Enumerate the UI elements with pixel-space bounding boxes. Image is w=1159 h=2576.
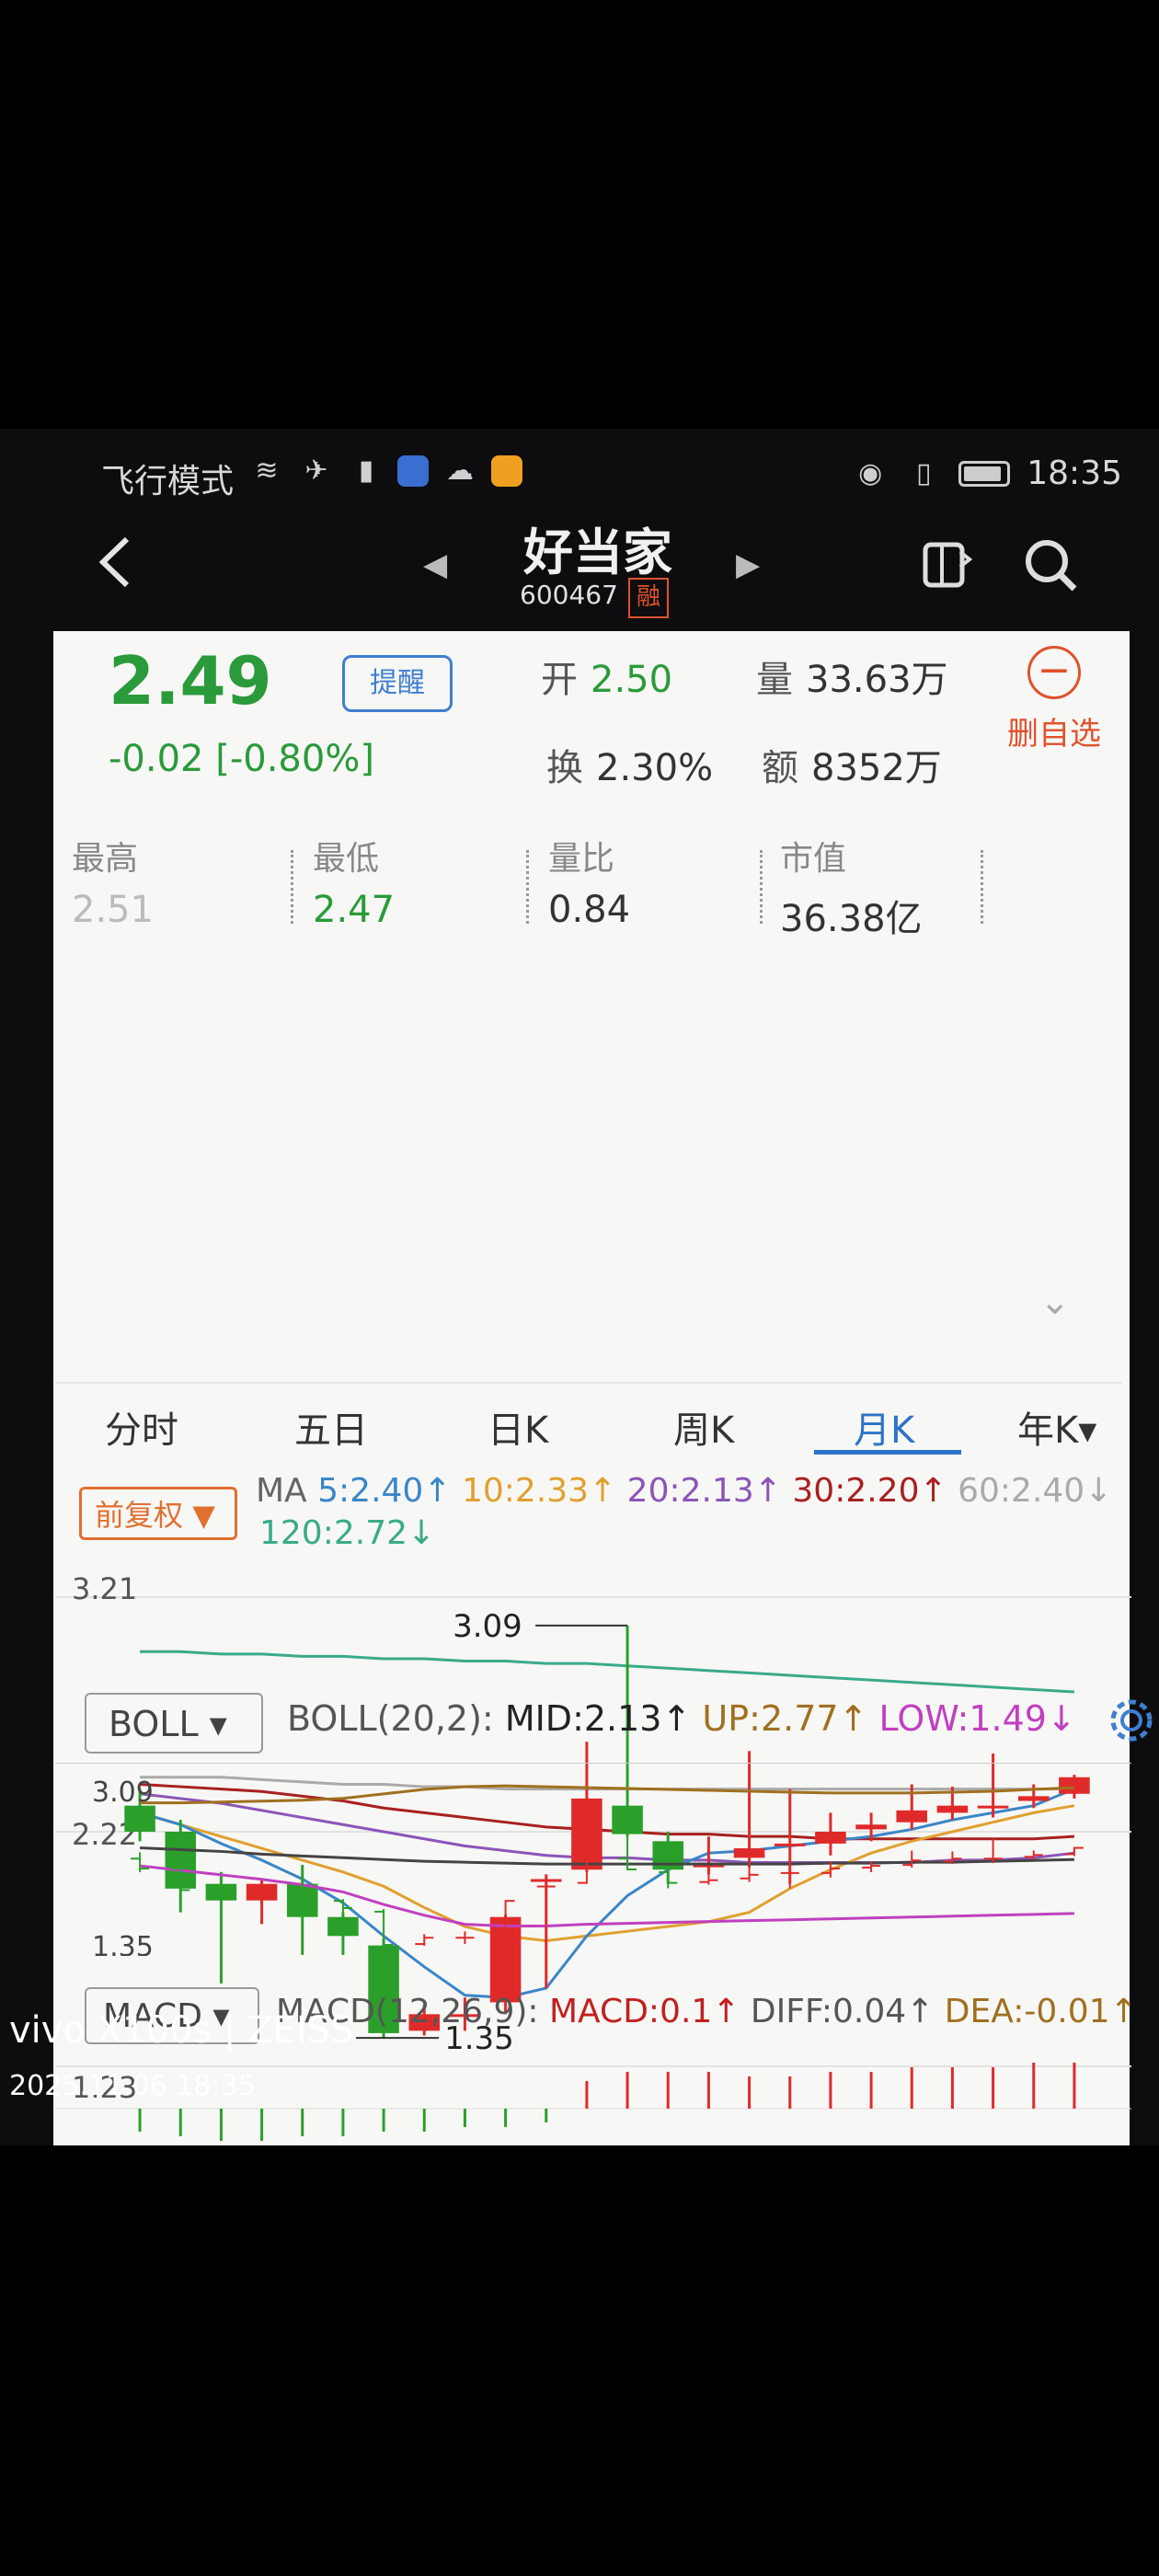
ma-legend: MA 5:2.40↑ 10:2.33↑ 20:2.13↑ 30:2.20↑ 60… bbox=[256, 1472, 1113, 1510]
boll-lower-line bbox=[139, 1864, 1074, 1928]
boll-y-bottom-label: 1.35 bbox=[92, 1931, 154, 1956]
next-stock-button[interactable]: ▶ bbox=[736, 546, 760, 583]
chevron-left-icon bbox=[98, 536, 130, 588]
compare-icon bbox=[923, 542, 973, 588]
status-bar: 飞行模式 ≋ ✈ ▮ ☁ ◉ ▯ 18:35 bbox=[101, 447, 1122, 502]
status-time: 18:35 bbox=[1027, 454, 1122, 492]
back-button[interactable] bbox=[92, 530, 147, 594]
tab-monthly-k[interactable]: 月K bbox=[854, 1400, 914, 1454]
caret-down-icon: ▼ bbox=[192, 1498, 215, 1533]
stats-row: 最高 2.51 最低 2.47 量比 0.84 市值 36.38亿 bbox=[64, 832, 1113, 942]
cloud-icon: ☁ bbox=[446, 454, 474, 487]
period-tabs: 分时 五日 日K 周K 月K 年K▾ bbox=[55, 1382, 1122, 1457]
camera-watermark-brand: vivo X100s | ZEISS bbox=[9, 2009, 354, 2052]
search-button[interactable] bbox=[1021, 535, 1080, 594]
divider bbox=[760, 850, 763, 924]
stat-market-cap: 市值 36.38亿 bbox=[780, 840, 923, 940]
active-tab-indicator bbox=[814, 1450, 961, 1455]
price-change: -0.02 [-0.80%] bbox=[109, 738, 374, 780]
divider bbox=[291, 850, 293, 924]
boll-mid-line bbox=[140, 1846, 1074, 1866]
adjust-mode-dropdown[interactable]: 前复权 ▼ bbox=[79, 1487, 237, 1540]
camera-watermark-datetime: 2025.11.06 18:35 bbox=[9, 2070, 256, 2102]
gear-icon bbox=[1110, 1699, 1153, 1742]
turnover-amount: 额 8352万 bbox=[762, 747, 942, 789]
prev-stock-button[interactable]: ◀ bbox=[423, 546, 447, 583]
ma120-line bbox=[140, 1650, 1075, 1694]
tab-daily-k[interactable]: 日K bbox=[488, 1400, 548, 1454]
airplane-icon: ✈ bbox=[304, 454, 328, 487]
boll-legend: BOLL(20,2): MID:2.13↑ UP:2.77↑ LOW:1.49↓ bbox=[287, 1698, 1076, 1739]
tab-intraday[interactable]: 分时 bbox=[105, 1400, 178, 1454]
airplane-mode-label: 飞行模式 bbox=[101, 463, 235, 500]
nav-bar: ◀ 好当家 600467 融 ▶ bbox=[0, 512, 1159, 631]
expand-stats-button[interactable]: ⌄ bbox=[1039, 1281, 1071, 1323]
divider bbox=[981, 850, 983, 924]
indicator-settings-button[interactable] bbox=[1106, 1695, 1157, 1746]
divider bbox=[526, 850, 529, 924]
tab-weekly-k[interactable]: 周K bbox=[673, 1400, 734, 1454]
macd-legend: MACD(12,26,9): MACD:0.1↑ DIFF:0.04↑ DEA:… bbox=[276, 1993, 1138, 2030]
high-price-label: 3.09 bbox=[453, 1608, 522, 1645]
minus-circle-icon: − bbox=[1027, 646, 1081, 699]
game-app-icon bbox=[397, 455, 429, 487]
vibrate-icon: ▯ bbox=[915, 456, 932, 489]
stock-code: 600467 bbox=[520, 580, 618, 610]
stock-name: 好当家 bbox=[523, 523, 672, 581]
open-price: 开 2.50 bbox=[541, 659, 673, 701]
stat-high: 最高 2.51 bbox=[72, 840, 155, 931]
phone-screen: 飞行模式 ≋ ✈ ▮ ☁ ◉ ▯ 18:35 ◀ 好当家 600467 融 ▶ bbox=[0, 429, 1159, 2145]
app-notification-icon bbox=[491, 455, 522, 487]
remind-button[interactable]: 提醒 bbox=[342, 655, 453, 712]
volume: 量 33.63万 bbox=[756, 659, 948, 701]
alert-icon: ▮ bbox=[358, 454, 374, 487]
tab-five-day[interactable]: 五日 bbox=[294, 1400, 368, 1454]
battery-icon bbox=[958, 460, 1011, 487]
compare-button[interactable] bbox=[920, 537, 975, 592]
ma120-legend: 120:2.72↓ bbox=[259, 1514, 436, 1552]
boll-upper-line bbox=[140, 1784, 1074, 1805]
boll-chart[interactable]: 3.091.35 bbox=[55, 1763, 1131, 1956]
margin-badge: 融 bbox=[628, 578, 669, 618]
remove-favorite-button[interactable]: − 删自选 bbox=[993, 646, 1115, 753]
tab-yearly-k[interactable]: 年K▾ bbox=[1017, 1400, 1096, 1454]
stat-low: 最低 2.47 bbox=[313, 840, 396, 931]
eye-icon: ◉ bbox=[858, 456, 883, 489]
stat-volume-ratio: 量比 0.84 bbox=[548, 840, 631, 931]
current-price: 2.49 bbox=[109, 642, 272, 719]
y-axis-top-label: 3.21 bbox=[72, 1571, 137, 1606]
turnover-rate: 换 2.30% bbox=[546, 747, 714, 789]
search-icon bbox=[1026, 540, 1077, 592]
wifi-icon: ≋ bbox=[255, 454, 279, 487]
indicator-dropdown[interactable]: BOLL ▾ bbox=[85, 1693, 263, 1754]
caret-down-icon: ▾ bbox=[209, 1704, 227, 1744]
